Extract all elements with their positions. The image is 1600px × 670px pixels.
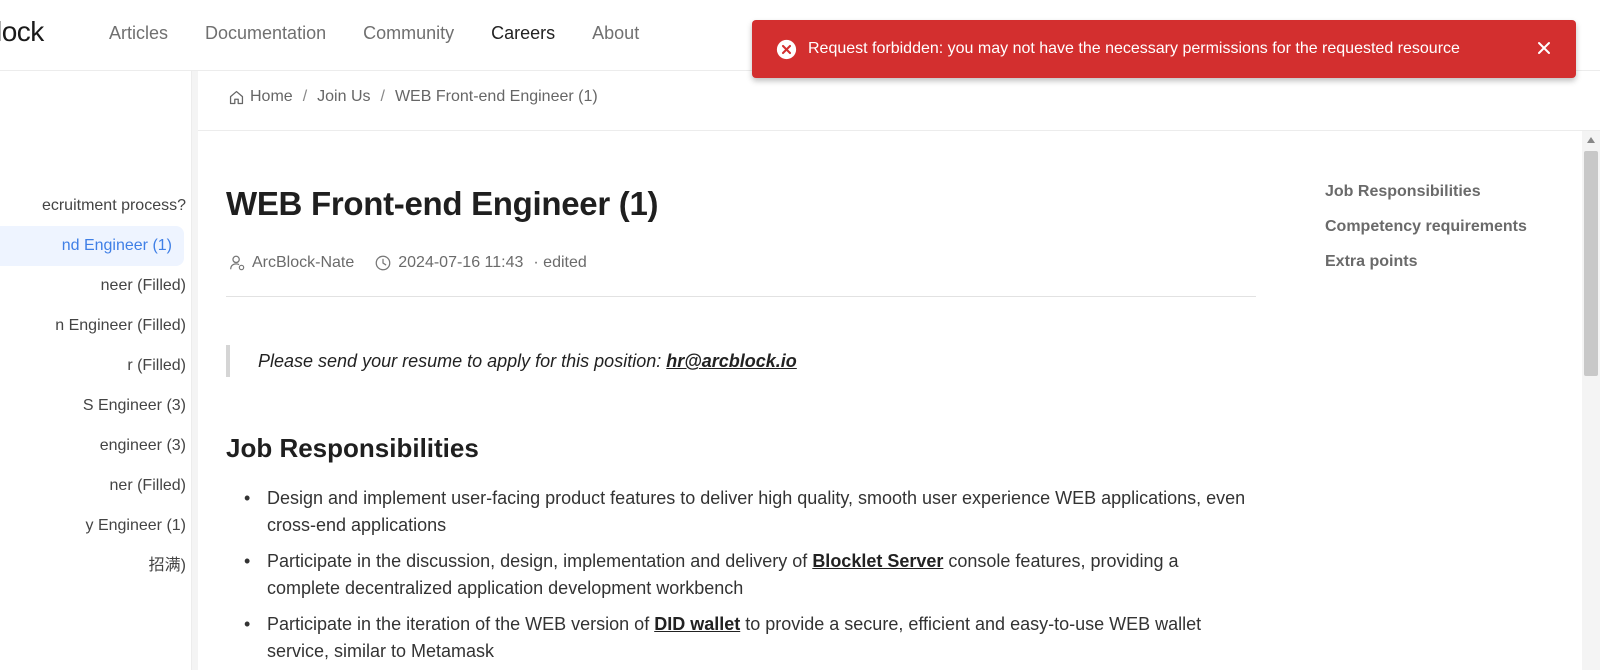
breadcrumb: Home / Join Us / WEB Front-end Engineer … — [228, 88, 598, 106]
responsibilities-list: Design and implement user-facing product… — [226, 485, 1256, 670]
apply-quote: Please send your resume to apply for thi… — [226, 345, 797, 377]
sidebar-item-label: ner (Filled) — [109, 477, 186, 494]
breadcrumb-separator: / — [302, 88, 308, 105]
article-meta: ArcBlock-Nate 2024-07-16 11:43 · edited — [228, 254, 587, 272]
blocklet-server-link[interactable]: Blocklet Server — [812, 551, 943, 571]
list-item: Participate in the iteration of the WEB … — [226, 611, 1256, 665]
nav-about[interactable]: About — [592, 23, 639, 44]
sidebar-item[interactable]: y Engineer (1) — [0, 506, 191, 546]
error-toast: Request forbidden: you may not have the … — [752, 20, 1576, 78]
scrollbar-thumb[interactable] — [1584, 151, 1598, 376]
author-name[interactable]: ArcBlock-Nate — [252, 254, 354, 272]
sidebar-item-label: y Engineer (1) — [85, 517, 187, 534]
bullet-text: Design and implement user-facing product… — [267, 488, 1246, 535]
section-heading: Job Responsibilities — [226, 433, 479, 463]
sidebar-item-label: engineer (3) — [99, 437, 186, 454]
breadcrumb-separator: / — [380, 88, 385, 105]
clock-icon — [375, 255, 391, 271]
list-item: Participate in the discussion, design, i… — [226, 548, 1256, 602]
site-logo[interactable]: lock — [0, 16, 44, 48]
list-item: Design and implement user-facing product… — [226, 485, 1256, 539]
sidebar-item[interactable]: ecruitment process? — [0, 186, 191, 226]
breadcrumb-home[interactable]: Home — [250, 88, 293, 106]
sidebar-item-active[interactable]: nd Engineer (1) — [0, 226, 184, 266]
breadcrumb-join-us[interactable]: Join Us — [317, 88, 370, 106]
page-title: WEB Front-end Engineer (1) — [226, 185, 659, 222]
home-icon — [229, 90, 244, 104]
sidebar: ecruitment process? nd Engineer (1) neer… — [0, 71, 192, 670]
nav-articles[interactable]: Articles — [109, 23, 168, 44]
nav-careers[interactable]: Careers — [491, 23, 555, 44]
sidebar-divider — [192, 71, 198, 670]
meta-divider — [226, 296, 1256, 297]
sidebar-item-label: nd Engineer (1) — [61, 237, 172, 254]
edited-label: · edited — [533, 254, 587, 271]
sidebar-item-label: neer (Filled) — [100, 277, 186, 294]
sidebar-item[interactable]: engineer (3) — [0, 426, 191, 466]
close-icon[interactable] — [1534, 38, 1554, 58]
scroll-up-arrow-icon[interactable] — [1587, 137, 1595, 143]
toast-message: Request forbidden: you may not have the … — [808, 40, 1460, 57]
bullet-text: Participate in the iteration of the WEB … — [267, 614, 655, 634]
sidebar-item[interactable]: r (Filled) — [0, 346, 191, 386]
sidebar-item-label: n Engineer (Filled) — [55, 317, 186, 334]
error-circle-icon — [776, 39, 797, 59]
scrollbar[interactable] — [1582, 131, 1600, 670]
user-icon — [230, 255, 245, 271]
nav-community[interactable]: Community — [363, 23, 454, 44]
toc-item-job-responsibilities[interactable]: Job Responsibilities — [1325, 183, 1527, 201]
sidebar-item[interactable]: ner (Filled) — [0, 466, 191, 506]
sidebar-item-label: S Engineer (3) — [82, 397, 186, 414]
nav-documentation[interactable]: Documentation — [205, 23, 326, 44]
bullet-text: Participate in the discussion, design, i… — [267, 551, 813, 571]
sidebar-item-label: ecruitment process? — [41, 197, 186, 214]
quote-text: Please send your resume to apply for thi… — [258, 351, 667, 371]
breadcrumb-current: WEB Front-end Engineer (1) — [394, 88, 598, 105]
table-of-contents: Job Responsibilities Competency requirem… — [1325, 183, 1527, 288]
sidebar-item[interactable]: neer (Filled) — [0, 266, 191, 306]
sidebar-item[interactable]: 招满) — [0, 546, 191, 586]
publish-date: 2024-07-16 11:43 — [398, 254, 524, 271]
did-wallet-link[interactable]: DID wallet — [654, 614, 740, 634]
toc-item-extra-points[interactable]: Extra points — [1325, 253, 1527, 271]
article: WEB Front-end Engineer (1) ArcBlock-Nate… — [226, 131, 1256, 670]
sidebar-item-label: 招满) — [148, 557, 186, 574]
sidebar-item[interactable]: n Engineer (Filled) — [0, 306, 191, 346]
main-nav: Articles Documentation Community Careers… — [109, 23, 639, 44]
sidebar-list: ecruitment process? nd Engineer (1) neer… — [0, 186, 191, 586]
breadcrumb-bar: Home / Join Us / WEB Front-end Engineer … — [198, 71, 1600, 131]
sidebar-item-label: r (Filled) — [127, 357, 186, 374]
email-link[interactable]: hr@arcblock.io — [666, 351, 797, 371]
sidebar-item[interactable]: S Engineer (3) — [0, 386, 191, 426]
toc-item-competency-requirements[interactable]: Competency requirements — [1325, 218, 1527, 236]
